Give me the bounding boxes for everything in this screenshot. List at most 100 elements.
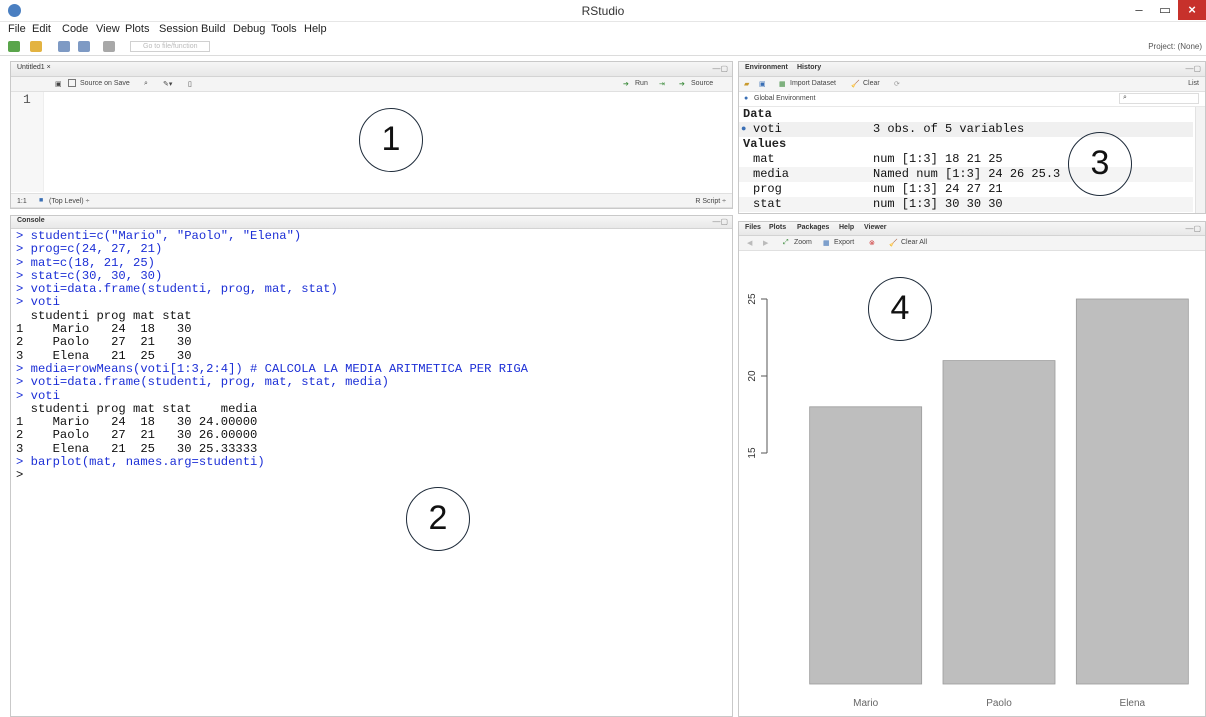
run-button[interactable]: Run [635, 80, 648, 87]
wand-icon[interactable]: ✎▾ [163, 80, 172, 88]
menu-help[interactable]: Help [304, 23, 327, 35]
rerun-icon[interactable]: ⇥ [659, 80, 665, 88]
maximize-button[interactable]: ▭ [1152, 0, 1178, 20]
console-line: > stat=c(30, 30, 30) [16, 268, 163, 283]
environment-tabbar: Environment History —▢ [739, 62, 1205, 77]
menu-bar: File Edit Code View Plots Session Build … [0, 22, 1206, 38]
env-row-stat[interactable]: stat num [1:3] 30 30 30 [739, 197, 1193, 212]
export-button[interactable]: Export [834, 239, 854, 246]
broom-icon[interactable]: 🧹 [889, 239, 898, 247]
import-dataset-button[interactable]: Import Dataset [790, 80, 836, 87]
close-button[interactable]: × [1178, 0, 1206, 20]
refresh-icon[interactable]: ⟳ [894, 80, 900, 88]
console-line: > barplot(mat, names.arg=studenti) [16, 455, 265, 470]
source-on-save-label: Source on Save [80, 80, 130, 87]
clear-all-button[interactable]: Clear All [901, 239, 927, 246]
env-scrollbar[interactable] [1195, 107, 1205, 213]
env-var-value: num [1:3] 30 30 30 [873, 197, 1003, 211]
remove-plot-icon[interactable]: ⊗ [869, 239, 875, 247]
tab-files[interactable]: Files [745, 224, 761, 231]
file-type-selector[interactable]: R Script ÷ [695, 198, 726, 205]
load-workspace-icon[interactable]: ▰ [744, 80, 749, 88]
tab-viewer[interactable]: Viewer [864, 224, 886, 231]
console-line: 1 Mario 24 18 30 24.00000 [16, 415, 258, 430]
console-line: 2 Paolo 27 21 30 26.00000 [16, 428, 258, 443]
pane-minmax-icon[interactable]: —▢ [712, 64, 728, 73]
env-var-value: num [1:3] 18 21 25 [873, 152, 1003, 166]
import-dataset-icon[interactable]: ▦ [779, 80, 786, 88]
save-icon[interactable]: ▣ [55, 80, 62, 88]
zoom-button[interactable]: Zoom [794, 239, 812, 246]
bar-paolo [942, 360, 1056, 685]
run-arrow-icon[interactable]: ➔ [623, 80, 629, 88]
r-env-icon: ● [744, 95, 749, 102]
compile-icon[interactable]: ▯ [188, 80, 192, 88]
data-section-header: Data [743, 107, 772, 121]
search-icon[interactable]: ⌕ [144, 80, 148, 88]
tab-packages[interactable]: Packages [797, 224, 829, 231]
source-button[interactable]: Source [691, 80, 713, 87]
zoom-icon[interactable]: ⤢ [783, 239, 789, 247]
open-file-icon[interactable] [58, 41, 70, 52]
env-var-name: mat [753, 152, 775, 166]
menu-tools[interactable]: Tools [271, 23, 297, 35]
environment-toolbar: ▰ ▣ ▦ Import Dataset 🧹 Clear ⟳ List [739, 77, 1205, 92]
menu-plots[interactable]: Plots [125, 23, 149, 35]
project-selector[interactable]: Project: (None) [1148, 42, 1202, 51]
export-icon[interactable]: ▦ [823, 239, 830, 247]
menu-build[interactable]: Build [201, 23, 225, 35]
title-bar: RStudio – ▭ × [0, 0, 1206, 22]
menu-file[interactable]: File [8, 23, 26, 35]
list-view-selector[interactable]: List [1188, 80, 1199, 87]
annotation-circle-1: 1 [359, 108, 423, 172]
y-tick-label: 15 [747, 447, 758, 459]
env-row-prog[interactable]: prog num [1:3] 24 27 21 [739, 182, 1193, 197]
source-on-save-checkbox[interactable] [68, 79, 76, 87]
tab-plots[interactable]: Plots [769, 224, 786, 231]
values-section-header: Values [743, 137, 787, 151]
console-pane: Console —▢ > studenti=c("Mario", "Paolo"… [10, 215, 733, 717]
pane-minmax-icon[interactable]: —▢ [712, 217, 728, 226]
window-title: RStudio [581, 4, 625, 18]
scope-selector[interactable]: (Top Level) ÷ [49, 198, 89, 205]
console-line: 3 Elena 21 25 30 25.33333 [16, 441, 258, 456]
save-workspace-icon[interactable]: ▣ [759, 80, 766, 88]
menu-view[interactable]: View [96, 23, 120, 35]
console-line: > studenti=c("Mario", "Paolo", "Elena") [16, 229, 302, 243]
console-tabbar: Console —▢ [11, 216, 732, 229]
scope-icon: ■ [39, 197, 44, 204]
env-var-value: num [1:3] 24 27 21 [873, 182, 1003, 196]
new-project-icon[interactable] [30, 41, 42, 52]
back-arrow-icon[interactable]: ◀ [747, 239, 752, 247]
expand-icon[interactable]: ● [741, 124, 746, 134]
minimize-button[interactable]: – [1126, 0, 1152, 20]
menu-debug[interactable]: Debug [233, 23, 265, 35]
tab-help[interactable]: Help [839, 224, 854, 231]
goto-file-input[interactable]: Go to file/function [130, 41, 210, 52]
bar-elena [1075, 298, 1189, 685]
save-icon[interactable] [78, 41, 90, 52]
pane-minmax-icon[interactable]: —▢ [1185, 64, 1201, 73]
clear-button[interactable]: Clear [863, 80, 880, 87]
console-line: studenti prog mat stat media [16, 401, 258, 416]
menu-edit[interactable]: Edit [32, 23, 51, 35]
console-output[interactable]: > studenti=c("Mario", "Paolo", "Elena") >… [16, 229, 528, 483]
broom-icon[interactable]: 🧹 [851, 80, 860, 88]
console-line: > voti [16, 388, 60, 403]
print-icon[interactable] [103, 41, 115, 52]
menu-code[interactable]: Code [62, 23, 88, 35]
tab-untitled1[interactable]: Untitled1 × [17, 64, 51, 71]
env-row-voti[interactable]: ● voti 3 obs. of 5 variables [739, 122, 1193, 137]
pane-minmax-icon[interactable]: —▢ [1185, 224, 1201, 233]
x-tick-label: Elena [1120, 698, 1146, 709]
menu-session[interactable]: Session [159, 23, 198, 35]
forward-arrow-icon[interactable]: ▶ [763, 239, 768, 247]
tab-history[interactable]: History [797, 64, 821, 71]
env-search-input[interactable]: ⌕ [1119, 93, 1199, 104]
scope-dropdown[interactable]: Global Environment [754, 95, 815, 102]
new-file-icon[interactable] [8, 41, 20, 52]
tab-console[interactable]: Console [17, 217, 45, 224]
source-arrow-icon[interactable]: ➔ [679, 80, 685, 88]
tab-environment[interactable]: Environment [745, 64, 788, 71]
x-tick-label: Paolo [986, 698, 1012, 709]
